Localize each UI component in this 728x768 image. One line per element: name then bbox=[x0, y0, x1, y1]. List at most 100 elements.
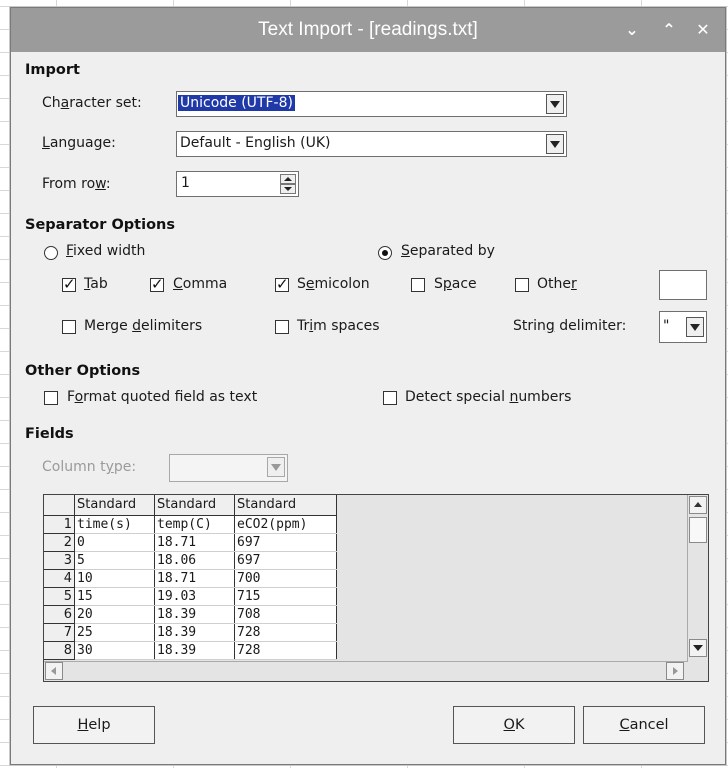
table-row: 1 time(s) temp(C) eCO2(ppm) bbox=[44, 515, 337, 534]
table-cell: 715 bbox=[234, 587, 337, 606]
table-cell: 18.71 bbox=[154, 569, 235, 588]
scrollbar-thumb[interactable] bbox=[689, 517, 707, 543]
chevron-down-icon[interactable] bbox=[546, 134, 564, 154]
other-separator-input[interactable] bbox=[659, 270, 707, 300]
column-header[interactable]: Standard bbox=[74, 495, 155, 516]
chevron-down-icon[interactable] bbox=[546, 94, 564, 114]
close-icon[interactable]: ✕ bbox=[691, 18, 715, 42]
column-header[interactable]: Standard bbox=[154, 495, 235, 516]
table-cell: 708 bbox=[234, 605, 337, 624]
space-label: Space bbox=[434, 276, 477, 292]
separated-by-label: Separated by bbox=[401, 243, 495, 259]
table-row: 5 15 19.03 715 bbox=[44, 587, 337, 606]
merge-delimiters-label: Merge delimiters bbox=[84, 318, 203, 334]
row-number: 6 bbox=[44, 605, 75, 624]
vertical-scrollbar[interactable] bbox=[687, 495, 708, 661]
table-cell: 25 bbox=[74, 623, 155, 642]
comma-checkbox[interactable] bbox=[150, 275, 164, 293]
table-row: 3 5 18.06 697 bbox=[44, 551, 337, 570]
table-cell: 728 bbox=[234, 623, 337, 642]
charset-value: Unicode (UTF-8) bbox=[178, 95, 295, 111]
row-number: 1 bbox=[44, 515, 75, 534]
data-preview[interactable]: Standard Standard Standard 1 time(s) temp(… bbox=[43, 494, 709, 682]
language-select[interactable]: Default - English (UK) bbox=[176, 131, 567, 157]
table-row: 4 10 18.71 700 bbox=[44, 569, 337, 588]
tab-label: Tab bbox=[84, 276, 108, 292]
comma-label: Comma bbox=[173, 276, 228, 292]
string-delimiter-select[interactable]: " bbox=[659, 311, 707, 343]
horizontal-scrollbar[interactable] bbox=[44, 661, 688, 681]
chevron-down-icon[interactable]: ⌄ bbox=[620, 18, 644, 42]
chevron-up-icon[interactable]: ⌃ bbox=[657, 18, 681, 42]
scroll-up-icon[interactable] bbox=[689, 496, 707, 514]
table-cell: 19.03 bbox=[154, 587, 235, 606]
fields-section-title: Fields bbox=[25, 426, 74, 442]
tab-checkbox[interactable] bbox=[62, 275, 76, 293]
import-section-title: Import bbox=[25, 62, 80, 78]
detect-special-numbers-checkbox[interactable] bbox=[383, 391, 397, 405]
merge-delimiters-checkbox[interactable] bbox=[62, 320, 76, 334]
format-quoted-checkbox[interactable] bbox=[44, 391, 58, 405]
preview-header-row: Standard Standard Standard bbox=[44, 495, 337, 516]
table-cell: eCO2(ppm) bbox=[234, 515, 337, 534]
table-cell: 15 bbox=[74, 587, 155, 606]
charset-label: Character set: bbox=[42, 95, 142, 111]
row-number: 2 bbox=[44, 533, 75, 552]
table-cell: 697 bbox=[234, 551, 337, 570]
table-row: 2 0 18.71 697 bbox=[44, 533, 337, 552]
cancel-button[interactable]: Cancel bbox=[583, 706, 705, 744]
help-button[interactable]: Help bbox=[33, 706, 155, 744]
table-cell: 18.71 bbox=[154, 533, 235, 552]
scroll-left-icon[interactable] bbox=[45, 662, 63, 680]
from-row-label: From row: bbox=[42, 176, 111, 192]
chevron-down-icon[interactable] bbox=[686, 317, 704, 337]
detect-special-numbers-label: Detect special numbers bbox=[405, 389, 572, 405]
charset-select[interactable]: Unicode (UTF-8) bbox=[176, 91, 567, 117]
other-options-section-title: Other Options bbox=[25, 363, 141, 379]
from-row-value: 1 bbox=[181, 175, 190, 191]
chevron-down-icon bbox=[267, 457, 285, 477]
table-cell: 0 bbox=[74, 533, 155, 552]
semicolon-checkbox[interactable] bbox=[275, 275, 289, 293]
preview-corner-cell bbox=[44, 495, 75, 516]
table-cell: 18.06 bbox=[154, 551, 235, 570]
scroll-down-icon[interactable] bbox=[689, 639, 707, 657]
fixed-width-radio[interactable] bbox=[44, 246, 58, 260]
ok-button[interactable]: OK bbox=[453, 706, 575, 744]
row-number: 3 bbox=[44, 551, 75, 570]
table-cell: 10 bbox=[74, 569, 155, 588]
string-delimiter-value: " bbox=[663, 318, 670, 334]
table-row: 7 25 18.39 728 bbox=[44, 623, 337, 642]
table-cell: 18.39 bbox=[154, 623, 235, 642]
table-cell: 18.39 bbox=[154, 605, 235, 624]
spin-up-icon[interactable] bbox=[280, 174, 296, 184]
format-quoted-label: Format quoted field as text bbox=[67, 389, 258, 405]
preview-body: 1 time(s) temp(C) eCO2(ppm) 2 0 18.71 697 3 5 18.0… bbox=[44, 515, 337, 660]
semicolon-label: Semicolon bbox=[297, 276, 370, 292]
trim-spaces-label: Trim spaces bbox=[297, 318, 380, 334]
column-header[interactable]: Standard bbox=[234, 495, 337, 516]
row-number: 8 bbox=[44, 641, 75, 660]
row-number: 7 bbox=[44, 623, 75, 642]
space-checkbox[interactable] bbox=[411, 278, 425, 292]
row-number: 5 bbox=[44, 587, 75, 606]
other-label: Other bbox=[537, 276, 577, 292]
scroll-right-icon[interactable] bbox=[666, 662, 684, 680]
separator-section-title: Separator Options bbox=[25, 217, 175, 233]
separated-by-radio[interactable] bbox=[378, 246, 392, 260]
fixed-width-label: Fixed width bbox=[66, 243, 146, 259]
other-checkbox[interactable] bbox=[515, 278, 529, 292]
table-row: 8 30 18.39 728 bbox=[44, 641, 337, 660]
string-delimiter-label: String delimiter: bbox=[513, 318, 627, 334]
table-cell: 20 bbox=[74, 605, 155, 624]
window-title: Text Import - [readings.txt] bbox=[258, 19, 478, 40]
trim-spaces-checkbox[interactable] bbox=[275, 320, 289, 334]
language-label: Language: bbox=[42, 135, 116, 151]
table-cell: 18.39 bbox=[154, 641, 235, 660]
row-number: 4 bbox=[44, 569, 75, 588]
table-row: 6 20 18.39 708 bbox=[44, 605, 337, 624]
from-row-stepper[interactable]: 1 bbox=[176, 171, 299, 197]
table-cell: 697 bbox=[234, 533, 337, 552]
table-cell: temp(C) bbox=[154, 515, 235, 534]
spin-down-icon[interactable] bbox=[280, 184, 296, 194]
